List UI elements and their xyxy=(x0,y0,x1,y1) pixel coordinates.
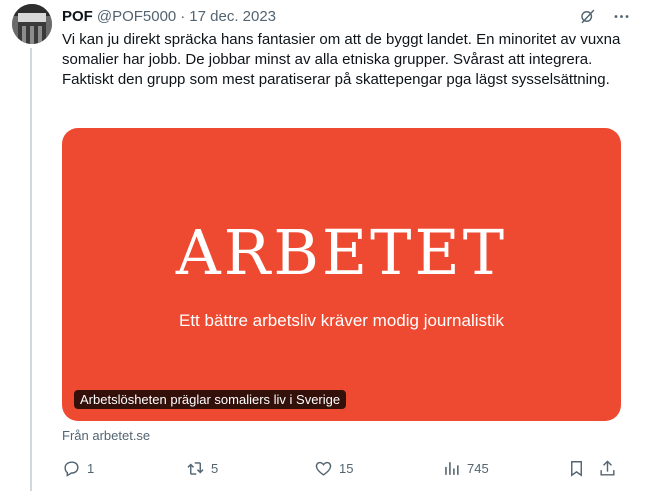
separator: · xyxy=(180,7,186,25)
views-count: 745 xyxy=(467,460,489,476)
retweet-count: 5 xyxy=(211,460,219,476)
card-caption: Arbetslösheten präglar somaliers liv i S… xyxy=(74,390,347,409)
share-button[interactable] xyxy=(598,456,617,480)
reply-button[interactable]: 1 xyxy=(62,456,94,480)
heart-icon xyxy=(315,461,332,476)
action-bar: 1 5 15 745 xyxy=(62,456,622,480)
top-icons xyxy=(577,6,631,26)
views-button[interactable]: 745 xyxy=(442,456,489,480)
reply-count: 1 xyxy=(87,460,95,476)
tweet-date[interactable]: 17 dec. 2023 xyxy=(189,8,276,25)
tweet-text: Vi kan ju direkt spräcka hans fantasier … xyxy=(62,31,621,88)
card-tagline: Ett bättre arbetsliv kräver modig journa… xyxy=(178,311,505,330)
thread-line xyxy=(30,48,32,491)
more-icon[interactable] xyxy=(611,6,631,26)
avatar[interactable] xyxy=(12,4,52,44)
card-source[interactable]: Från arbetet.se xyxy=(62,428,150,443)
share-icon xyxy=(600,459,615,476)
card-logo: ARBETET xyxy=(175,216,508,289)
retweet-icon xyxy=(187,461,204,475)
like-count: 15 xyxy=(339,460,354,476)
tweet[interactable]: POF @POF5000 · 17 dec. 2023 Vi kan ju di… xyxy=(0,0,653,491)
author-handle[interactable]: @POF5000 xyxy=(97,8,176,25)
tweet-header: POF @POF5000 · 17 dec. 2023 xyxy=(62,5,276,27)
like-button[interactable]: 15 xyxy=(314,456,353,480)
views-icon xyxy=(445,461,459,475)
author-name[interactable]: POF xyxy=(62,8,93,25)
retweet-button[interactable]: 5 xyxy=(186,456,218,480)
grok-icon[interactable] xyxy=(577,6,597,26)
reply-icon xyxy=(64,460,79,477)
bookmark-button[interactable] xyxy=(567,456,586,480)
bookmark-icon xyxy=(571,460,582,477)
link-card[interactable]: ARBETET Ett bättre arbetsliv kräver modi… xyxy=(62,128,621,421)
